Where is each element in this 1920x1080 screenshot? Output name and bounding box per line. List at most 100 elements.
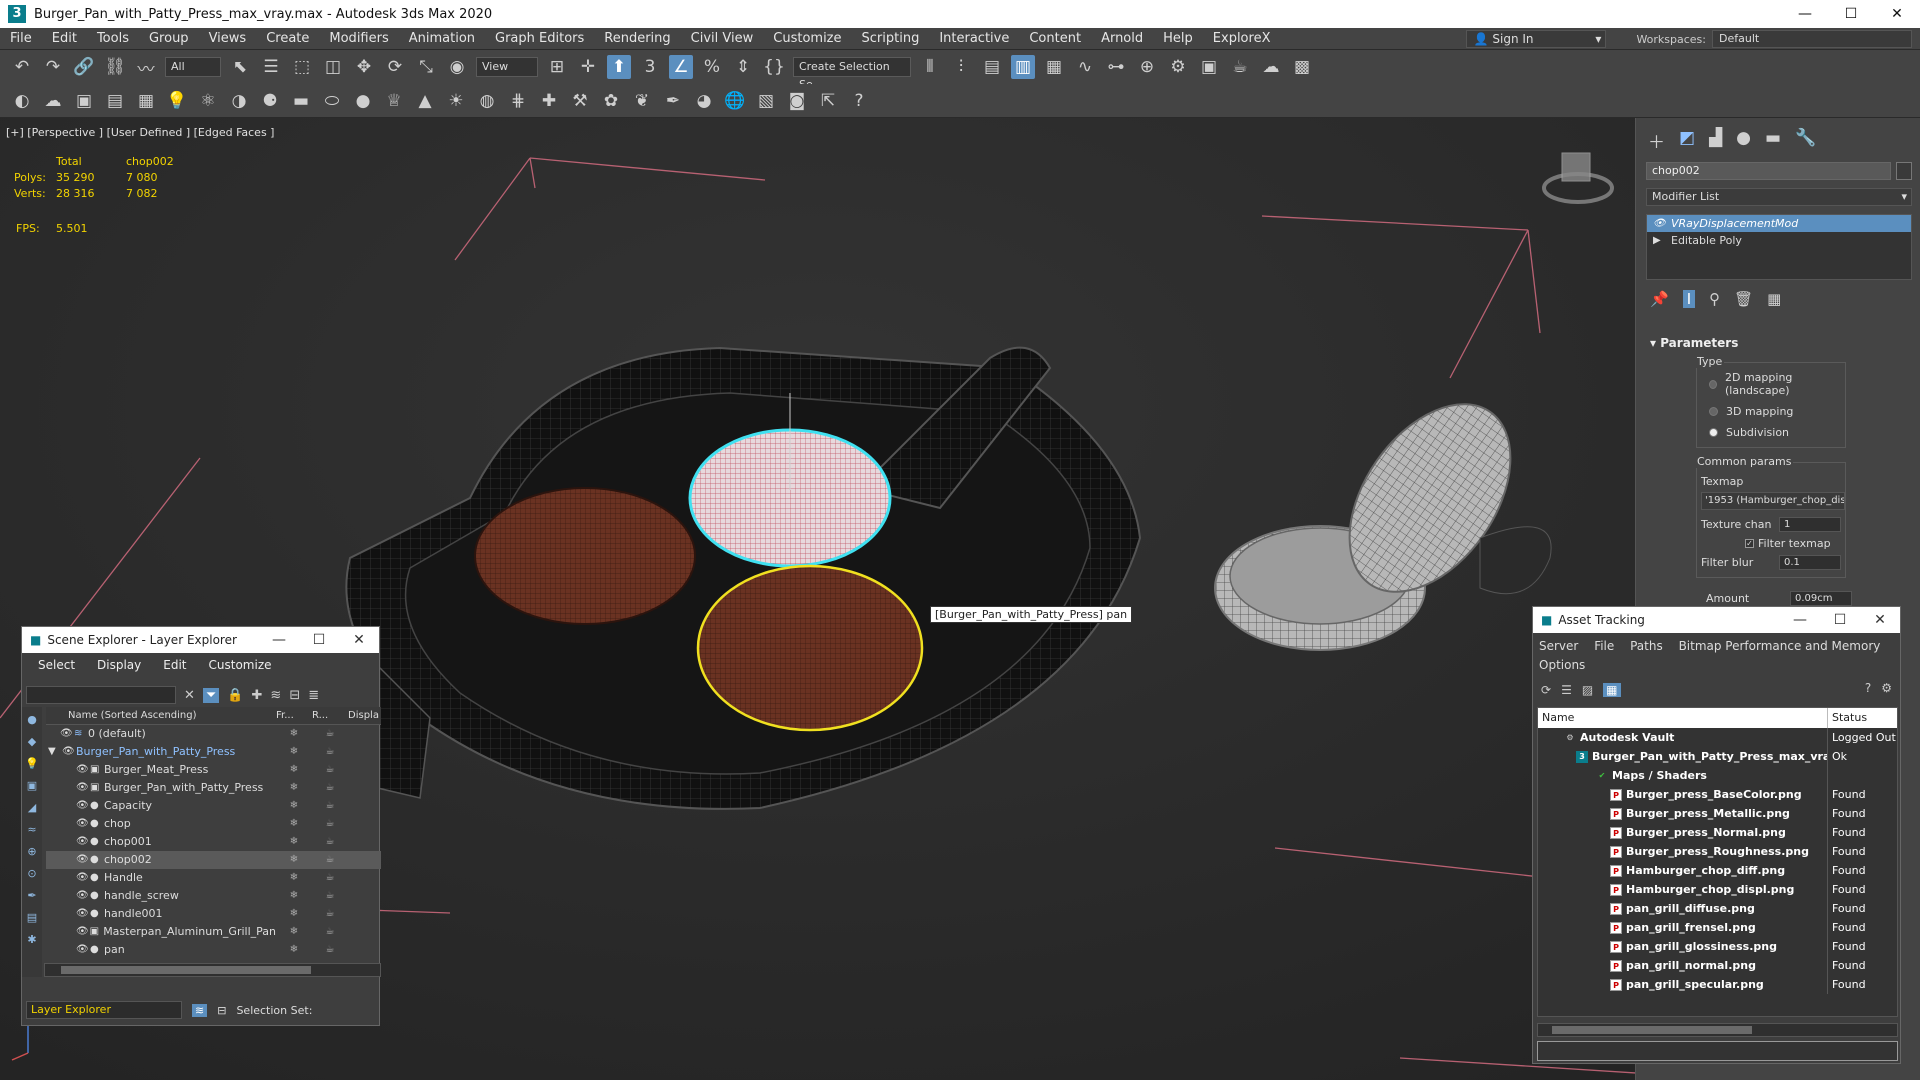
table-row[interactable]: P Burger_press_Roughness.png Found bbox=[1538, 842, 1897, 861]
eye-icon[interactable]: 👁 bbox=[76, 905, 90, 923]
select-object-icon[interactable]: ⬉ bbox=[228, 55, 252, 79]
eye-icon[interactable]: 👁 bbox=[76, 923, 90, 941]
viewport-label[interactable]: [+] [Perspective ] [User Defined ] [Edge… bbox=[6, 126, 274, 139]
teapot-icon[interactable]: ☕ bbox=[312, 797, 348, 815]
vray-material-icon[interactable]: ⚛ bbox=[196, 89, 220, 113]
eye-icon[interactable]: 👁 bbox=[76, 833, 90, 851]
column-name-header[interactable]: Name bbox=[1538, 708, 1828, 728]
column-status-header[interactable]: Status bbox=[1828, 708, 1867, 728]
menu-views[interactable]: Views bbox=[199, 31, 257, 46]
menu-help[interactable]: Help bbox=[1153, 31, 1203, 46]
vray-light-lister-icon[interactable]: 💡 bbox=[165, 89, 189, 113]
table-row[interactable]: 👁 ● Handle ❄ ☕ bbox=[46, 869, 381, 887]
thumbnail-view-icon[interactable]: ▨ bbox=[1582, 683, 1593, 697]
at-menu-bitmap-performance[interactable]: Bitmap Performance and Memory bbox=[1679, 639, 1881, 653]
freeze-icon[interactable]: ❄ bbox=[276, 887, 312, 905]
vray-proxy-icon[interactable]: ▤ bbox=[103, 89, 127, 113]
column-render-header[interactable]: R... bbox=[312, 707, 348, 724]
eye-icon[interactable]: 👁 bbox=[76, 797, 90, 815]
teapot-icon[interactable]: ☕ bbox=[312, 761, 348, 779]
menu-animation[interactable]: Animation bbox=[399, 31, 485, 46]
at-menu-paths[interactable]: Paths bbox=[1630, 639, 1663, 653]
freeze-icon[interactable]: ❄ bbox=[276, 833, 312, 851]
teapot-icon[interactable]: ☕ bbox=[312, 887, 348, 905]
table-row[interactable]: ▼ 👁 Burger_Pan_with_Patty_Press ❄ ☕ bbox=[46, 743, 381, 761]
vray-globe-icon[interactable]: 🌐 bbox=[723, 89, 747, 113]
radio-3d-mapping[interactable]: 3D mapping bbox=[1701, 401, 1841, 422]
column-name-header[interactable]: Name (Sorted Ascending) bbox=[46, 707, 276, 724]
vray-mesh-export-icon[interactable]: ▦ bbox=[134, 89, 158, 113]
list-view-icon[interactable]: ☰ bbox=[1561, 683, 1572, 697]
vray-scatter-icon[interactable]: ⚒ bbox=[568, 89, 592, 113]
vray-crown-icon[interactable]: ♕ bbox=[382, 89, 406, 113]
table-row[interactable]: 👁 ● handle_screw ❄ ☕ bbox=[46, 887, 381, 905]
render-production-icon[interactable]: ☕ bbox=[1228, 55, 1252, 79]
scrollbar-thumb[interactable] bbox=[1552, 1026, 1752, 1034]
menu-tools[interactable]: Tools bbox=[87, 31, 139, 46]
snap-toggle-icon[interactable]: 3 bbox=[638, 55, 662, 79]
teapot-icon[interactable]: ☕ bbox=[312, 941, 348, 959]
menu-scripting[interactable]: Scripting bbox=[852, 31, 930, 46]
add-to-layer-icon[interactable]: ≋ bbox=[270, 688, 281, 703]
table-row[interactable]: Ppan_grill_diffuse.png Found bbox=[1538, 899, 1897, 918]
scrollbar-thumb[interactable] bbox=[61, 966, 311, 974]
window-crossing-icon[interactable]: ◫ bbox=[321, 55, 345, 79]
eye-icon[interactable]: 👁 bbox=[76, 887, 90, 905]
help-icon[interactable]: ? bbox=[1865, 681, 1871, 695]
motion-tab-icon[interactable]: ● bbox=[1736, 128, 1751, 152]
radio-subdivision[interactable]: Subdivision bbox=[1701, 422, 1841, 443]
vray-balls-icon[interactable]: ⚈ bbox=[258, 89, 282, 113]
modify-tab-icon[interactable]: ◩ bbox=[1679, 128, 1695, 152]
teapot-icon[interactable]: ☕ bbox=[312, 923, 348, 941]
pivot-icon[interactable]: ⊞ bbox=[545, 55, 569, 79]
menu-interactive[interactable]: Interactive bbox=[929, 31, 1019, 46]
vray-sphere-icon[interactable]: ● bbox=[351, 89, 375, 113]
search-input[interactable] bbox=[26, 686, 176, 704]
eye-icon[interactable]: 👁 bbox=[76, 779, 90, 797]
table-row[interactable]: 👁 ● chop001 ❄ ☕ bbox=[46, 833, 381, 851]
refresh-icon[interactable]: ⟳ bbox=[1541, 683, 1551, 697]
vray-decal-icon[interactable]: ✚ bbox=[537, 89, 561, 113]
minimize-icon[interactable]: — bbox=[1782, 0, 1828, 28]
render-in-cloud-icon[interactable]: ☁ bbox=[1259, 55, 1283, 79]
teapot-icon[interactable]: ☕ bbox=[312, 743, 348, 761]
se-menu-display[interactable]: Display bbox=[97, 658, 141, 679]
show-end-result-icon[interactable]: Ⅰ bbox=[1682, 290, 1696, 308]
hierarchy-mode-icon[interactable]: ⊟ bbox=[217, 1004, 226, 1017]
object-color-swatch[interactable] bbox=[1896, 162, 1912, 180]
menu-graph-editors[interactable]: Graph Editors bbox=[485, 31, 594, 46]
spacewarps-filter-icon[interactable]: ≈ bbox=[27, 821, 36, 839]
vray-hair-icon[interactable]: ✒ bbox=[661, 89, 685, 113]
eye-icon[interactable]: 👁 bbox=[1653, 215, 1666, 232]
close-icon[interactable]: ✕ bbox=[339, 627, 379, 653]
vray-fur-icon[interactable]: ☁ bbox=[41, 89, 65, 113]
vray-plane-icon[interactable]: ▬ bbox=[289, 89, 313, 113]
filter-icon[interactable]: ⏷ bbox=[202, 687, 220, 703]
table-row[interactable]: 👁 ● handle001 ❄ ☕ bbox=[46, 905, 381, 923]
object-name-field[interactable]: chop002 bbox=[1646, 162, 1891, 180]
radio-2d-mapping[interactable]: 2D mapping (landscape) bbox=[1701, 367, 1841, 401]
geometry-filter-icon[interactable]: ● bbox=[27, 711, 37, 729]
vray-converter-icon[interactable]: ◑ bbox=[227, 89, 251, 113]
redo-icon[interactable]: ↷ bbox=[41, 55, 65, 79]
filter-blur-spinner[interactable]: 0.1 bbox=[1779, 555, 1841, 570]
table-row[interactable]: P Burger_press_Metallic.png Found bbox=[1538, 804, 1897, 823]
teapot-icon[interactable]: ☕ bbox=[312, 725, 348, 743]
vray-cleanup-icon[interactable]: ✿ bbox=[599, 89, 623, 113]
clear-search-icon[interactable]: ✕ bbox=[184, 688, 195, 703]
keyboard-shortcut-override-icon[interactable]: ⬆ bbox=[607, 55, 631, 79]
maximize-icon[interactable]: ☐ bbox=[299, 627, 339, 653]
table-row[interactable]: 3 Burger_Pan_with_Patty_Press_max_vray.ma… bbox=[1538, 747, 1897, 766]
teapot-icon[interactable]: ☕ bbox=[312, 869, 348, 887]
menu-file[interactable]: File bbox=[0, 31, 42, 46]
layer-explorer-icon[interactable]: ▥ bbox=[1011, 55, 1035, 79]
column-display-header[interactable]: Displa bbox=[348, 707, 379, 724]
layer-hierarchy-icon[interactable]: ⊟ bbox=[289, 688, 300, 703]
horizontal-scrollbar[interactable] bbox=[1537, 1023, 1898, 1037]
named-selection-dropdown[interactable]: Create Selection Se bbox=[793, 57, 911, 91]
undo-icon[interactable]: ↶ bbox=[10, 55, 34, 79]
configure-modifier-sets-icon[interactable]: ▦ bbox=[1767, 290, 1781, 308]
table-row[interactable]: P Burger_press_Normal.png Found bbox=[1538, 823, 1897, 842]
ribbon-icon[interactable]: ▦ bbox=[1042, 55, 1066, 79]
freeze-icon[interactable]: ❄ bbox=[276, 905, 312, 923]
